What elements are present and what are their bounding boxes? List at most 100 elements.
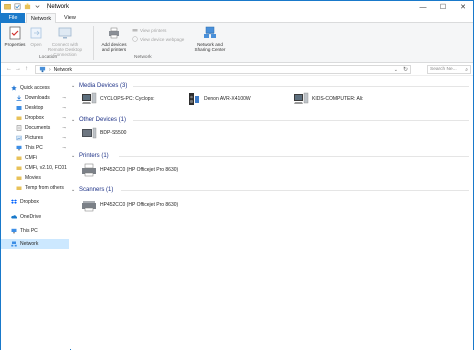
- view-device-webpage-button[interactable]: View device webpage: [132, 36, 184, 42]
- device-cyclops-pc[interactable]: CYCLOPS-PC: Cyclops:: [81, 92, 154, 106]
- device-label: CYCLOPS-PC: Cyclops:: [100, 96, 155, 102]
- nav-this-pc[interactable]: This PC: [1, 226, 69, 236]
- customize-toolbar-icon[interactable]: [34, 3, 41, 10]
- group-label-location: Location: [39, 55, 58, 60]
- nav-item-label: CMFi: [25, 155, 37, 161]
- group-header-other-devices[interactable]: ⌄ Other Devices (1): [71, 116, 471, 124]
- collapse-chevron-icon[interactable]: ⌄: [71, 153, 76, 159]
- maximize-button[interactable]: ☐: [433, 1, 453, 13]
- nav-dropbox[interactable]: Dropbox: [1, 197, 69, 207]
- device-label: BDP-S5500: [100, 130, 127, 136]
- device-label: KIDS-COMPUTER: Ali:: [312, 96, 364, 102]
- nav-item-this-pc-quick[interactable]: This PC ⊸: [1, 143, 69, 153]
- window-title: Network: [47, 4, 70, 10]
- media-player-icon: [189, 93, 199, 105]
- nav-item-pictures[interactable]: Pictures ⊸: [1, 133, 69, 143]
- navigation-pane: Quick access Downloads ⊸ Desktop ⊸ Dropb…: [1, 77, 70, 350]
- search-input[interactable]: Search Ne... ⌕: [427, 65, 471, 74]
- group-header-label: Printers (1): [79, 153, 109, 159]
- refresh-icon[interactable]: ↻: [403, 66, 408, 73]
- group-header-scanners[interactable]: ⌄ Scanners (1): [71, 186, 471, 194]
- nav-network-label: Network: [20, 241, 39, 247]
- media-server-icon: [294, 92, 309, 104]
- pin-icon[interactable]: ⊸: [62, 105, 66, 111]
- group-header-media-devices[interactable]: ⌄ Media Devices (3): [71, 82, 471, 90]
- add-devices-button[interactable]: Add devices and printers: [98, 26, 130, 52]
- pin-icon[interactable]: ⊸: [62, 125, 66, 131]
- device-label: Denon AVR-X4100W: [204, 96, 251, 102]
- nav-item-temp-from-others[interactable]: Temp from others: [1, 183, 69, 193]
- tab-view[interactable]: View: [58, 13, 82, 23]
- nav-item-label: Pictures: [25, 135, 44, 141]
- pin-icon[interactable]: ⊸: [62, 135, 66, 141]
- quick-access-toolbar: [4, 3, 51, 10]
- device-bdp-s5500[interactable]: BDP-S5500: [81, 126, 126, 140]
- nav-onedrive[interactable]: OneDrive: [1, 212, 69, 222]
- content-pane: ⌄ Media Devices (3) CYCLOPS-PC: Cyclops:…: [71, 77, 473, 350]
- dropbox-icon: [11, 199, 17, 204]
- device-scanner-hp452cc0[interactable]: HP452CC0 (HP Officejet Pro 8630): [81, 198, 178, 212]
- tab-file[interactable]: File: [1, 13, 25, 23]
- group-divider: [133, 120, 469, 121]
- address-row: ← → ↑ › Network ⌄ ↻ Search Ne... ⌕: [1, 63, 473, 76]
- folder-icon: [16, 176, 22, 180]
- nav-item-documents[interactable]: Documents ⊸: [1, 123, 69, 133]
- folder-icon[interactable]: [4, 3, 11, 10]
- ribbon: Properties Open Connect with Remote Desk…: [1, 23, 473, 63]
- nav-item-dropbox[interactable]: Dropbox ⊸: [1, 113, 69, 123]
- explorer-window: Network — ☐ ✕ File Network View Properti…: [0, 0, 474, 350]
- search-icon: ⌕: [465, 67, 468, 73]
- media-server-icon: [82, 92, 97, 104]
- documents-icon: [16, 125, 22, 131]
- dropbox-icon: [16, 116, 22, 120]
- group-header-label: Scanners (1): [79, 187, 114, 193]
- up-button[interactable]: ↑: [25, 66, 28, 72]
- group-header-label: Other Devices (1): [79, 117, 127, 123]
- back-button[interactable]: ←: [6, 66, 12, 72]
- device-denon-avr[interactable]: Denon AVR-X4100W: [185, 92, 251, 106]
- new-folder-icon[interactable]: [24, 3, 31, 10]
- nav-item-cmfi[interactable]: CMFi: [1, 153, 69, 163]
- view-printers-label: View printers: [140, 27, 167, 33]
- ribbon-separator: [93, 26, 94, 60]
- remote-desktop-button[interactable]: Connect with Remote Desktop Connection: [45, 26, 85, 57]
- nav-item-cmfi-v210[interactable]: CMFi, v2.10, FC01: [1, 163, 69, 173]
- device-kids-computer[interactable]: KIDS-COMPUTER: Ali:: [293, 92, 363, 106]
- pin-icon[interactable]: ⊸: [62, 145, 66, 151]
- network-sharing-label: Network and Sharing Center: [194, 42, 226, 52]
- collapse-chevron-icon[interactable]: ⌄: [71, 187, 76, 193]
- breadcrumb-network[interactable]: Network: [54, 67, 72, 73]
- minimize-button[interactable]: —: [413, 1, 433, 13]
- nav-item-label: CMFi, v2.10, FC01: [25, 165, 67, 171]
- nav-item-movies[interactable]: Movies: [1, 173, 69, 183]
- webpage-icon: [132, 36, 138, 42]
- view-printers-button[interactable]: View printers: [132, 27, 166, 33]
- collapse-chevron-icon[interactable]: ⌄: [71, 117, 76, 123]
- desktop-icon: [16, 106, 22, 110]
- nav-quick-access[interactable]: Quick access: [1, 83, 69, 93]
- forward-button[interactable]: →: [15, 66, 21, 72]
- nav-item-label: Downloads: [25, 95, 50, 101]
- pin-icon[interactable]: ⊸: [62, 115, 66, 121]
- properties-icon[interactable]: [14, 3, 21, 10]
- nav-network[interactable]: Network: [1, 239, 69, 249]
- group-header-printers[interactable]: ⌄ Printers (1): [71, 152, 471, 160]
- downloads-icon: [16, 95, 22, 101]
- address-dropdown-icon[interactable]: ⌄: [394, 67, 398, 73]
- nav-item-label: Documents: [25, 125, 51, 131]
- address-bar[interactable]: › Network ⌄ ↻: [35, 65, 411, 74]
- open-button[interactable]: Open: [28, 26, 44, 47]
- nav-item-downloads[interactable]: Downloads ⊸: [1, 93, 69, 103]
- nav-item-desktop[interactable]: Desktop ⊸: [1, 103, 69, 113]
- pin-icon[interactable]: ⊸: [62, 95, 66, 101]
- network-sharing-center-button[interactable]: Network and Sharing Center: [191, 26, 229, 52]
- nav-this-pc-label: This PC: [20, 228, 38, 234]
- pictures-icon: [16, 135, 22, 141]
- tab-network[interactable]: Network: [26, 13, 56, 23]
- collapse-chevron-icon[interactable]: ⌄: [71, 83, 76, 89]
- group-label-network: Network: [134, 55, 152, 60]
- close-button[interactable]: ✕: [453, 1, 473, 13]
- device-printer-hp452cc0[interactable]: HP452CC0 (HP Officejet Pro 8630): [81, 163, 178, 177]
- properties-button[interactable]: Properties: [4, 26, 26, 47]
- star-icon: [11, 85, 17, 91]
